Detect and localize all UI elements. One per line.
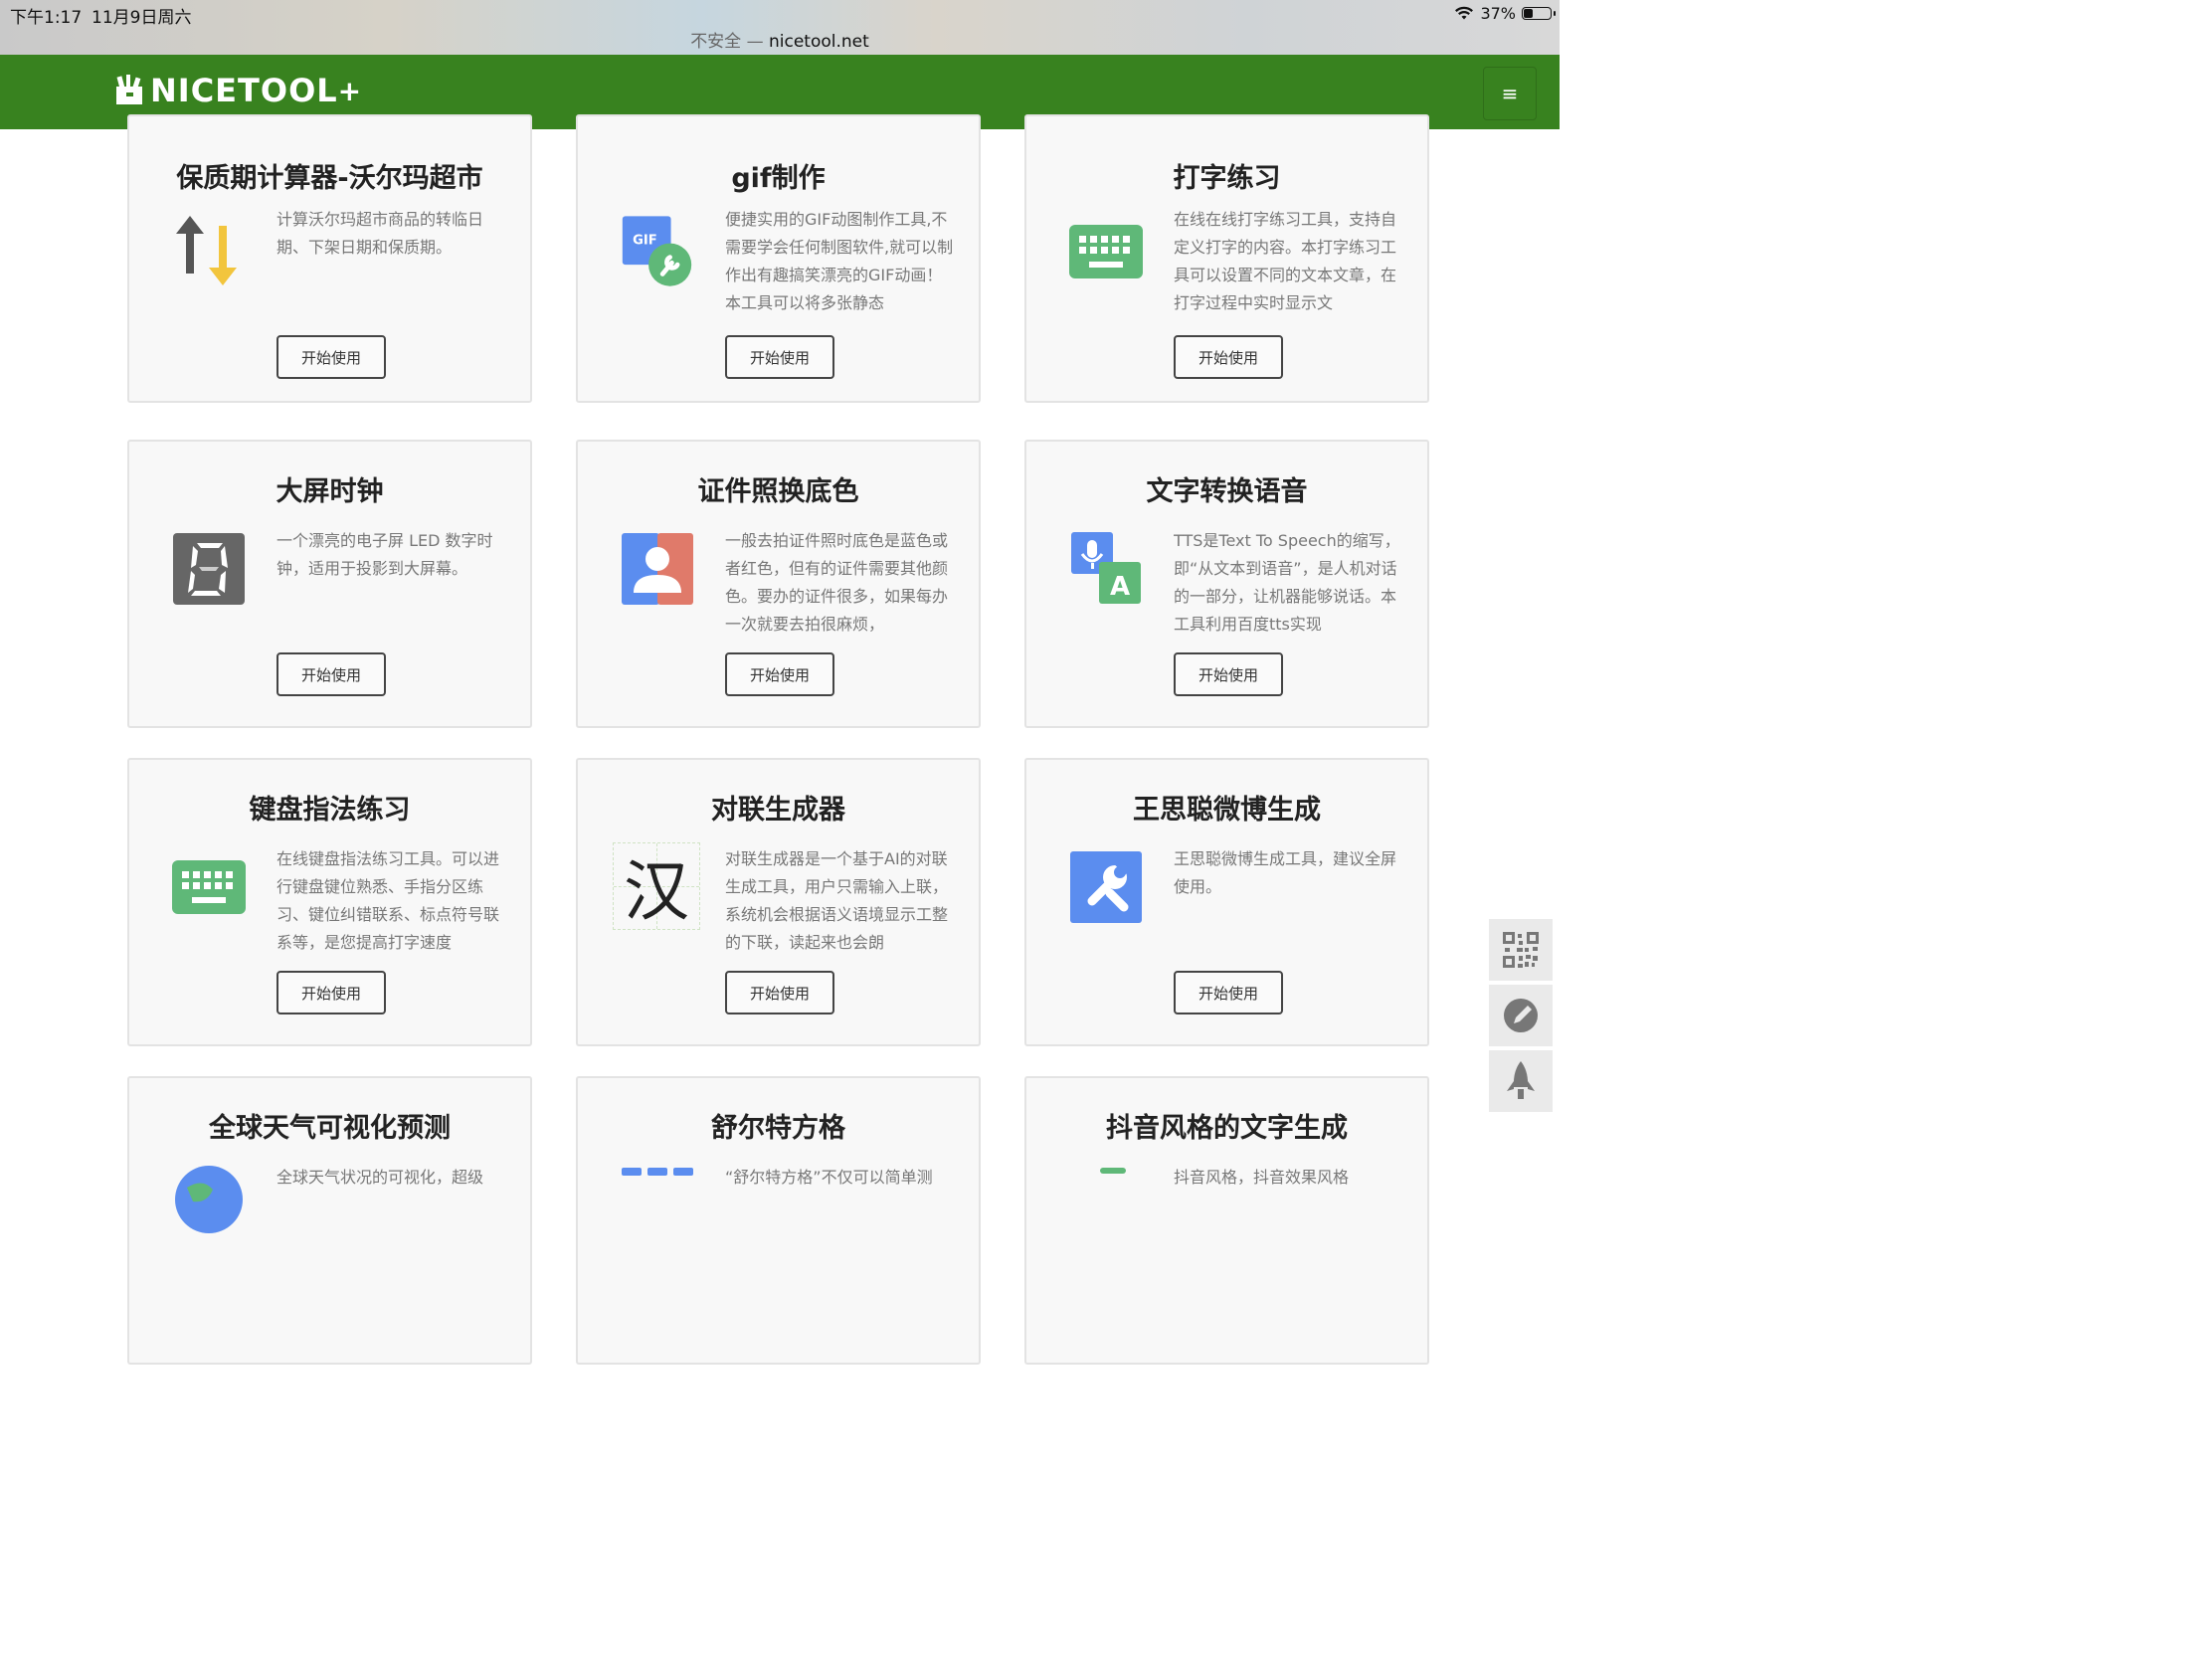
insecure-label: 不安全 — xyxy=(690,32,764,52)
tool-description: 对联生成器是一个基于AI的对联生成工具，用户只需输入上联，系统机会根据语义语境显… xyxy=(725,849,949,952)
brand-name: NICETOOL xyxy=(150,72,338,109)
tool-card: 抖音风格的文字生成 抖音风格，抖音效果风格 xyxy=(1024,1076,1429,1365)
tool-description: 一个漂亮的电子屏 LED 数字时钟，适用于投影到大屏幕。 xyxy=(276,531,493,578)
up-down-arrows-icon xyxy=(171,214,246,288)
tool-description: “舒尔特方格”不仅可以简单测 xyxy=(725,1168,933,1187)
grid-icon xyxy=(620,1162,694,1236)
status-right: 37% xyxy=(1454,4,1556,23)
tool-title[interactable]: 保质期计算器-沃尔玛超市 xyxy=(129,156,530,195)
tool-description: 全球天气状况的可视化，超级 xyxy=(276,1168,484,1187)
tool-card: 大屏时钟 一个漂亮的电子屏 LED 数字时钟，适用于投影到大屏幕。 开始使用 xyxy=(127,440,532,728)
tool-description: TTS是Text To Speech的缩写，即“从文本到语音”，是人机对话的一部… xyxy=(1174,531,1400,634)
gif-wrench-icon: GIF xyxy=(620,214,694,288)
edit-icon xyxy=(1504,999,1538,1032)
tool-description: 在线键盘指法练习工具。可以进行键盘键位熟悉、手指分区练习、键位纠错联系、标点符号… xyxy=(276,849,500,952)
tool-card: 舒尔特方格 “舒尔特方格”不仅可以简单测 xyxy=(576,1076,981,1365)
tool-title[interactable]: 证件照换底色 xyxy=(578,469,979,508)
tool-title[interactable]: 王思聪微博生成 xyxy=(1026,788,1427,827)
tool-title[interactable]: gif制作 xyxy=(578,156,979,195)
tool-title[interactable]: 舒尔特方格 xyxy=(578,1106,979,1145)
tool-title[interactable]: 大屏时钟 xyxy=(129,469,530,508)
tool-card: 保质期计算器-沃尔玛超市 计算沃尔玛超市商品的转临日期、下架日期和保质期。 开始… xyxy=(127,114,532,403)
tool-title[interactable]: 打字练习 xyxy=(1026,156,1427,195)
svg-text:GIF: GIF xyxy=(633,233,657,248)
tool-description: 抖音风格，抖音效果风格 xyxy=(1174,1168,1350,1187)
start-button[interactable]: 开始使用 xyxy=(725,652,834,696)
han-character-icon: 汉 xyxy=(612,841,701,931)
status-date: 11月9日周六 xyxy=(92,8,192,28)
qrcode-button[interactable] xyxy=(1489,919,1553,981)
start-button[interactable]: 开始使用 xyxy=(276,335,386,379)
start-button[interactable]: 开始使用 xyxy=(276,652,386,696)
address-bar[interactable]: 不安全 — nicetool.net xyxy=(0,27,1560,52)
tool-description: 一般去拍证件照时底色是蓝色或者红色，但有的证件需要其他颜色。要办的证件很多，如果… xyxy=(725,531,949,634)
hamburger-icon: ≡ xyxy=(1501,82,1519,105)
site-logo[interactable]: NICETOOL + xyxy=(114,72,362,109)
tool-description: 计算沃尔玛超市商品的转临日期、下架日期和保质期。 xyxy=(276,210,484,257)
tool-card: 对联生成器 汉 对联生成器是一个基于AI的对联生成工具，用户只需输入上联，系统机… xyxy=(576,758,981,1046)
back-to-top-button[interactable] xyxy=(1489,1050,1553,1112)
tool-card: 王思聪微博生成 王思聪微博生成工具，建议全屏使用。 开始使用 xyxy=(1024,758,1429,1046)
keyboard-icon xyxy=(1068,214,1143,288)
id-photo-icon xyxy=(620,531,694,606)
battery-percent: 37% xyxy=(1480,4,1516,23)
start-button[interactable]: 开始使用 xyxy=(1174,335,1283,379)
start-button[interactable]: 开始使用 xyxy=(276,971,386,1014)
logo-toolbox-icon xyxy=(116,75,142,104)
menu-toggle-button[interactable]: ≡ xyxy=(1483,67,1537,120)
qrcode-icon xyxy=(1503,932,1539,968)
start-button[interactable]: 开始使用 xyxy=(1174,971,1283,1014)
status-bar: 下午1:17 11月9日周六 不安全 — nicetool.net 37% xyxy=(0,0,1560,55)
status-time: 下午1:17 xyxy=(10,8,83,28)
tool-card: 文字转换语音 A TTS是Text To Speech的缩写，即“从文本到语音”… xyxy=(1024,440,1429,728)
start-button[interactable]: 开始使用 xyxy=(725,335,834,379)
keyboard-icon xyxy=(171,849,246,924)
start-button[interactable]: 开始使用 xyxy=(725,971,834,1014)
tool-card: 打字练习 在线在线打字练习工具，支持自定义打字的内容。本打字练习工具可以设置不同… xyxy=(1024,114,1429,403)
mic-text-icon: A xyxy=(1068,531,1143,606)
tool-card: 证件照换底色 一般去拍证件照时底色是蓝色或者红色，但有的证件需要其他颜色。要办的… xyxy=(576,440,981,728)
tool-title[interactable]: 键盘指法练习 xyxy=(129,788,530,827)
battery-icon xyxy=(1522,7,1556,20)
led-digit-icon xyxy=(171,531,246,606)
url-domain: nicetool.net xyxy=(769,32,869,52)
brand-plus: + xyxy=(337,74,363,107)
tool-title[interactable]: 对联生成器 xyxy=(578,788,979,827)
start-button[interactable]: 开始使用 xyxy=(1174,652,1283,696)
wrench-icon xyxy=(1068,849,1143,924)
tool-card: 全球天气可视化预测 全球天气状况的可视化，超级 xyxy=(127,1076,532,1365)
edit-button[interactable] xyxy=(1489,985,1553,1046)
tool-title[interactable]: 抖音风格的文字生成 xyxy=(1026,1106,1427,1145)
tool-title[interactable]: 文字转换语音 xyxy=(1026,469,1427,508)
wifi-icon xyxy=(1455,6,1474,20)
tool-description: 便捷实用的GIF动图制作工具,不需要学会任何制图软件,就可以制作出有趣搞笑漂亮的… xyxy=(725,210,954,312)
rocket-icon xyxy=(1507,1061,1535,1099)
tool-card: gif制作 GIF 便捷实用的GIF动图制作工具,不需要学会任何制图软件,就可以… xyxy=(576,114,981,403)
tool-card: 键盘指法练习 在线键盘指法练习工具。可以进行键盘键位熟悉、手指分区练习、键位纠错… xyxy=(127,758,532,1046)
han-character: 汉 xyxy=(624,853,689,930)
globe-icon xyxy=(171,1162,246,1236)
text-style-icon xyxy=(1068,1162,1143,1236)
tool-title[interactable]: 全球天气可视化预测 xyxy=(129,1106,530,1145)
svg-text:A: A xyxy=(1110,572,1130,602)
tool-description: 王思聪微博生成工具，建议全屏使用。 xyxy=(1174,849,1397,896)
tool-description: 在线在线打字练习工具，支持自定义打字的内容。本打字练习工具可以设置不同的文本文章… xyxy=(1174,210,1397,312)
